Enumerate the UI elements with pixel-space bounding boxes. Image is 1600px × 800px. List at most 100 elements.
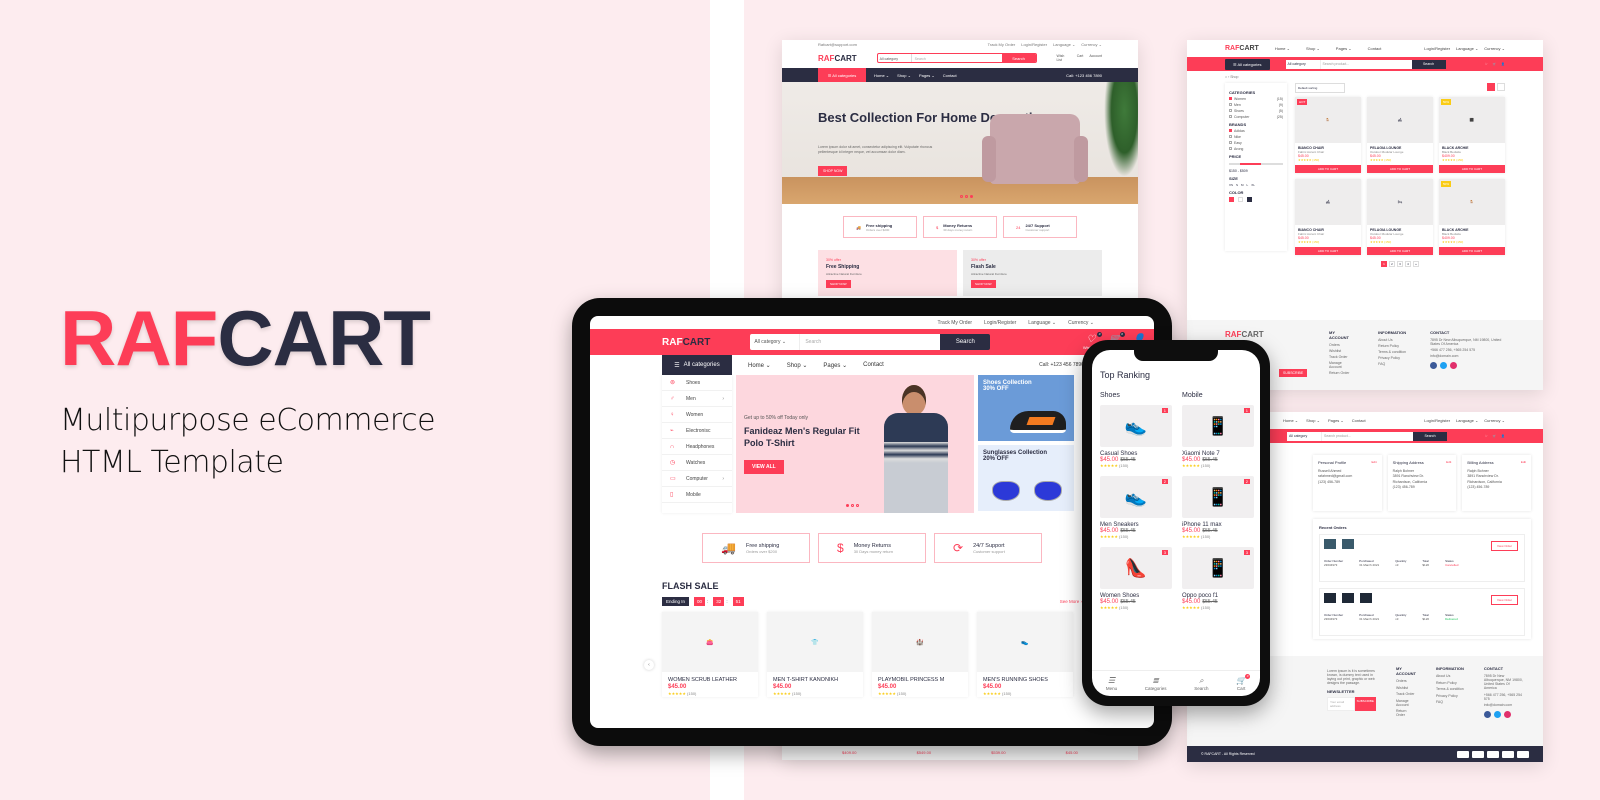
- category-mobile[interactable]: ▯ Mobile: [662, 487, 732, 503]
- nav-home[interactable]: Home ⌄: [874, 73, 889, 78]
- logo[interactable]: RAFCART: [818, 54, 857, 63]
- category-select[interactable]: All category: [1287, 431, 1321, 441]
- ranking-item[interactable]: 3 📱 Oppo poco f1 $45.00 $55.45 ★★★★★ (150): [1182, 547, 1254, 610]
- add-to-cart-button[interactable]: ADD TO CART: [1295, 165, 1361, 173]
- shop-now-button[interactable]: SHOP NOW: [818, 166, 848, 176]
- nav-contact[interactable]: Contact: [943, 73, 957, 78]
- track-order-link[interactable]: Track My Order: [938, 320, 973, 326]
- nav-shop[interactable]: Shop ⌄: [897, 73, 911, 78]
- carousel-prev-button[interactable]: ‹: [644, 660, 654, 670]
- nav-home[interactable]: Home ⌄: [1283, 418, 1298, 423]
- nav-contact[interactable]: Contact: [1368, 46, 1382, 51]
- nav-shop[interactable]: Shop ⌄: [787, 362, 808, 369]
- search-button[interactable]: Search: [1413, 431, 1447, 441]
- nav-contact[interactable]: Contact: [863, 362, 884, 368]
- track-order-link[interactable]: Track My Order: [988, 42, 1016, 47]
- promo-shop-now-button[interactable]: SHOP NOW: [971, 280, 996, 288]
- add-to-cart-button[interactable]: ADD TO CART: [1367, 165, 1433, 173]
- facebook-icon[interactable]: [1483, 711, 1491, 718]
- view-all-button[interactable]: VIEW ALL: [744, 460, 784, 474]
- sort-select[interactable]: Default sorting: [1295, 83, 1345, 93]
- tab-cart[interactable]: 🛒 0 Cart: [1236, 673, 1251, 691]
- tab-search[interactable]: ⌕ Search: [1194, 676, 1208, 691]
- search-input[interactable]: Search: [912, 54, 1002, 62]
- product-card[interactable]: 🛋 BIANCO CHAIR Fabric Accent Chair $45.00 ★★…: [1295, 179, 1361, 255]
- nav-shop[interactable]: Shop ⌄: [1306, 418, 1320, 423]
- product-card[interactable]: 🛏 PELAGIA LOUNGE Outdoor Modular Lounge $45…: [1367, 179, 1433, 255]
- product-card[interactable]: 👕 MEN T-SHIRT KANONIKH $45.00 ★★★★★ (150): [767, 612, 863, 697]
- edit-link[interactable]: Edit: [1521, 460, 1526, 466]
- view-order-button[interactable]: View Order: [1491, 595, 1518, 605]
- sunglasses-collection-banner[interactable]: Sunglasses Collection 20% OFF: [978, 445, 1074, 511]
- grid-view-button[interactable]: [1487, 83, 1495, 91]
- search-input[interactable]: Search product...: [1321, 431, 1413, 441]
- language-select[interactable]: Language ⌄: [1028, 320, 1056, 326]
- see-more-link[interactable]: See More ›: [1060, 599, 1082, 604]
- category-watches[interactable]: ◷ Watches: [662, 455, 732, 471]
- twitter-icon[interactable]: [1440, 362, 1448, 369]
- login-link[interactable]: Login/Register: [1021, 42, 1047, 47]
- shoes-collection-banner[interactable]: Shoes Collection 30% OFF: [978, 375, 1074, 441]
- category-women[interactable]: ♀ Women: [662, 407, 732, 423]
- facebook-icon[interactable]: [1430, 362, 1438, 369]
- edit-link[interactable]: Edit: [1372, 460, 1377, 466]
- cart-icon[interactable]: Cart: [1077, 54, 1084, 62]
- subscribe-button[interactable]: SUBSCRIBE: [1279, 369, 1308, 377]
- size-options[interactable]: XS S M L XL: [1229, 183, 1283, 187]
- nav-pages[interactable]: Pages ⌄: [823, 362, 847, 369]
- color-options[interactable]: [1229, 197, 1283, 202]
- filter-arong[interactable]: Arong: [1229, 147, 1283, 151]
- all-categories-button[interactable]: ☰ All categories: [1225, 58, 1270, 70]
- wishlist-icon[interactable]: ♡: [1485, 434, 1488, 438]
- promo-shop-now-button[interactable]: SHOP NOW: [826, 280, 851, 288]
- breadcrumb[interactable]: ⌂ › Shop: [1187, 71, 1543, 83]
- product-card[interactable]: 50% 🪑 BLACK ARCHIE Black Bedside $409.00 ★★★★…: [1439, 179, 1505, 255]
- search-button[interactable]: Search: [940, 334, 991, 350]
- category-select[interactable]: All category ⌄: [750, 334, 801, 350]
- product-card[interactable]: 🛋 PELAGIA LOUNGE Outdoor Modular Lounge $45…: [1367, 97, 1433, 173]
- filter-shoes[interactable]: Shoes (5): [1229, 109, 1283, 113]
- edit-link[interactable]: Edit: [1446, 460, 1451, 466]
- category-shoes[interactable]: ⊚ Shoes: [662, 375, 732, 391]
- category-select[interactable]: All category: [1285, 59, 1320, 69]
- search-input[interactable]: Search product...: [1319, 59, 1412, 69]
- category-select[interactable]: All category: [878, 54, 912, 62]
- language-select[interactable]: Language ⌄: [1456, 46, 1478, 51]
- wishlist-icon[interactable]: Wish List: [1057, 54, 1071, 62]
- nav-pages[interactable]: Pages ⌄: [1328, 418, 1344, 423]
- ranking-item[interactable]: 2 📱 iPhone 11 max $45.00 $55.45 ★★★★★ (150): [1182, 476, 1254, 539]
- add-to-cart-button[interactable]: ADD TO CART: [1439, 165, 1505, 173]
- filter-men[interactable]: Men (9): [1229, 103, 1283, 107]
- add-to-cart-button[interactable]: ADD TO CART: [1439, 247, 1505, 255]
- cart-icon[interactable]: 🛒: [1493, 62, 1497, 66]
- tab-menu[interactable]: ☰ Menu: [1106, 676, 1117, 691]
- nav-contact[interactable]: Contact: [1352, 418, 1366, 423]
- wishlist-icon[interactable]: ♡: [1485, 62, 1488, 66]
- product-card[interactable]: 50% ⬛ BLACK ARCHIE Black Bedside $409.00 ★★★★…: [1439, 97, 1505, 173]
- search-input[interactable]: Search: [800, 334, 941, 350]
- currency-select[interactable]: Currency ⌄: [1484, 46, 1505, 51]
- product-card[interactable]: HOT 🪑 BIANCO CHAIR Fabric Accent Chair $45.0…: [1295, 97, 1361, 173]
- category-computer[interactable]: ▭ Computer ›: [662, 471, 732, 487]
- carousel-dots[interactable]: [960, 195, 973, 198]
- language-select[interactable]: Language ⌄: [1053, 42, 1075, 47]
- account-icon[interactable]: 👤: [1501, 62, 1505, 66]
- login-link[interactable]: Login/Register: [1424, 46, 1450, 51]
- currency-select[interactable]: Currency ⌄: [1068, 320, 1094, 326]
- filter-adidas[interactable]: Adidas: [1229, 129, 1283, 133]
- category-men[interactable]: ♂ Men ›: [662, 391, 732, 407]
- newsletter-email-input[interactable]: Your email address: [1327, 696, 1355, 711]
- filter-nike[interactable]: Nike: [1229, 135, 1283, 139]
- price-slider[interactable]: [1229, 163, 1283, 165]
- carousel-dots[interactable]: [846, 504, 859, 507]
- list-view-button[interactable]: [1497, 83, 1505, 91]
- subscribe-button[interactable]: SUBSCRIBE: [1354, 696, 1376, 711]
- filter-easy[interactable]: Easy: [1229, 141, 1283, 145]
- product-card[interactable]: 👟 MEN'S RUNNING SHOES $45.00 ★★★★★ (150): [977, 612, 1073, 697]
- ranking-item[interactable]: 2 👟 Men Sneakers $45.00 $55.45 ★★★★★ (150): [1100, 476, 1172, 539]
- account-icon[interactable]: 👤: [1501, 434, 1505, 438]
- account-icon[interactable]: Account: [1089, 54, 1102, 62]
- nav-shop[interactable]: Shop ⌄: [1306, 46, 1320, 51]
- product-card[interactable]: 👛 WOMEN SCRUB LEATHER $45.00 ★★★★★ (150): [662, 612, 758, 697]
- logo[interactable]: RAFCART: [662, 337, 710, 348]
